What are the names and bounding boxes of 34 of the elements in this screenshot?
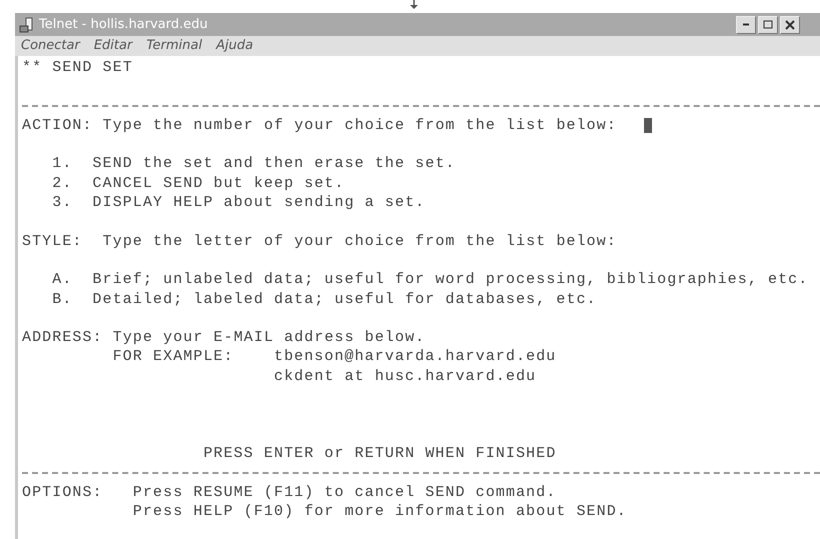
maximize-icon	[762, 18, 774, 30]
terminal-text: ACTION: Type the number of your choice from the list below:	[22, 116, 617, 136]
terminal-text: ckdent at husc.harvard.edu	[274, 366, 536, 386]
close-button[interactable]	[780, 16, 800, 34]
menu-item[interactable]: Editar	[94, 36, 132, 56]
terminal-label: A.	[52, 270, 74, 290]
menu-item[interactable]: Conectar	[21, 36, 80, 56]
terminal-label: OPTIONS:	[22, 482, 104, 502]
app-icon	[19, 16, 35, 32]
terminal-text: Detailed; labeled data; useful for databases, etc.	[92, 290, 597, 309]
terminal-text: tbenson@harvarda.harvard.edu	[274, 347, 556, 367]
terminal-label: 2.	[52, 174, 74, 194]
window-title: Telnet - hollis.harvard.edu	[39, 16, 208, 34]
terminal-text: Press RESUME (F11) to cancel SEND command.	[132, 482, 556, 502]
terminal-text: PRESS ENTER or RETURN WHEN FINISHED	[203, 444, 556, 464]
terminal-label: 1.	[52, 154, 74, 174]
terminal-text: SEND the set and then erase the set.	[92, 154, 456, 174]
minimize-icon	[742, 23, 750, 26]
menu-item[interactable]: Terminal	[146, 36, 202, 56]
terminal-label: FOR EXAMPLE:	[112, 347, 235, 367]
terminal-text: CANCEL SEND but keep set.	[92, 174, 345, 194]
terminal-label: 3.	[52, 193, 74, 212]
minimize-button[interactable]	[736, 16, 756, 34]
maximize-button[interactable]	[758, 16, 778, 34]
terminal-text: ** SEND SET	[22, 58, 133, 78]
terminal-text: Press HELP (F10) for more information about SEND.	[132, 502, 627, 522]
terminal-text: ADDRESS: Type your E-MAIL address below.	[22, 328, 426, 348]
terminal-label: B.	[52, 290, 74, 309]
terminal-text: STYLE: Type the letter of your choice from the list below:	[22, 232, 617, 251]
terminal-text: Brief; unlabeled data; useful for word processing, bibliographies, etc.	[92, 270, 808, 290]
down-arrow-icon	[410, 0, 418, 9]
close-icon	[784, 18, 796, 30]
terminal-text: DISPLAY HELP about sending a set.	[92, 193, 426, 212]
menu-item[interactable]: Ajuda	[216, 36, 254, 56]
